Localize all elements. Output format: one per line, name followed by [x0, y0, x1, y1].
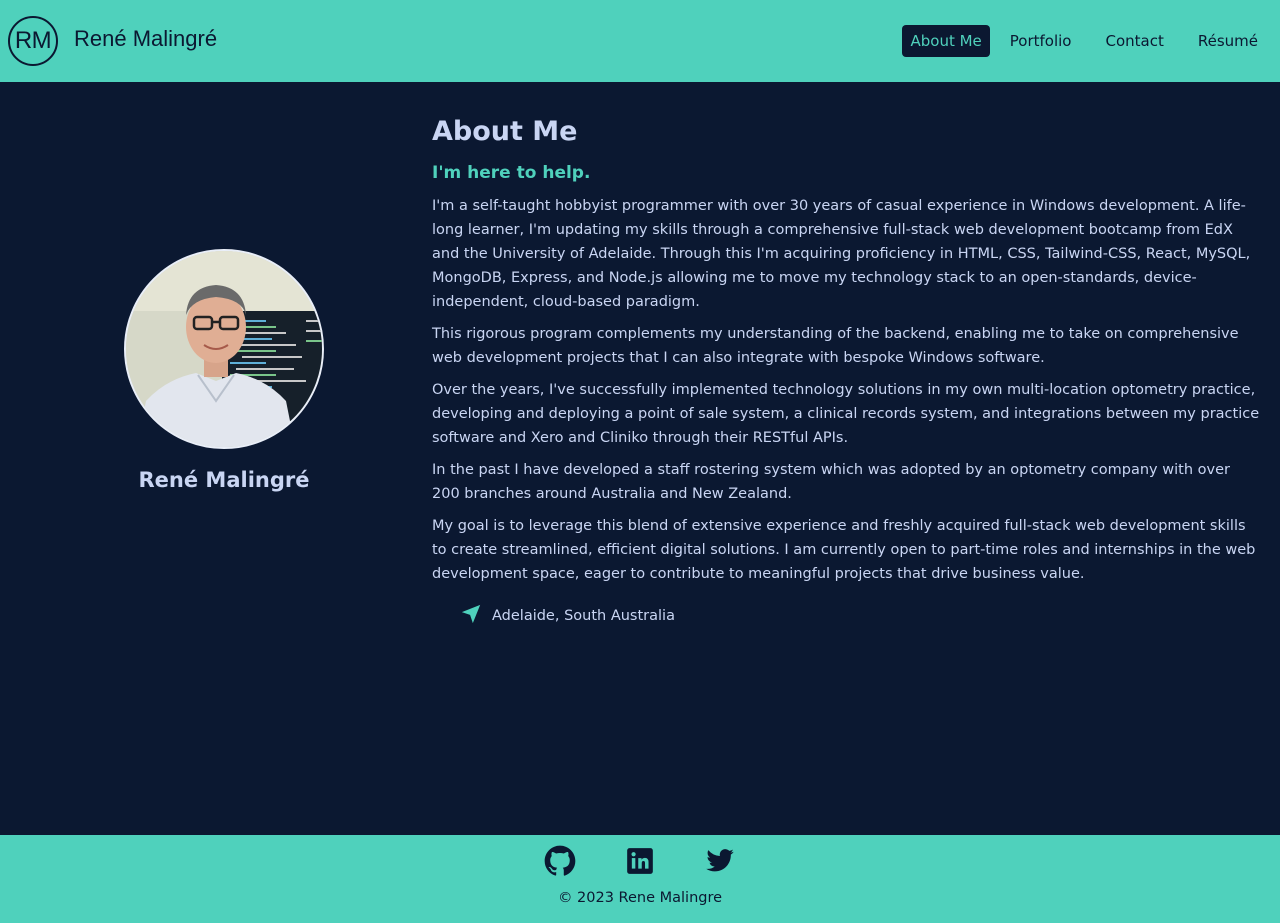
logo-text: RM [14, 27, 52, 54]
logo[interactable]: RM [8, 16, 58, 66]
nav-about-me[interactable]: About Me [902, 25, 990, 57]
twitter-icon[interactable] [703, 844, 737, 878]
nav-portfolio[interactable]: Portfolio [1002, 25, 1080, 57]
about-paragraph: In the past I have developed a staff ros… [432, 462, 1230, 502]
nav-contact[interactable]: Contact [1098, 25, 1172, 57]
main-nav: About Me Portfolio Contact Résumé [902, 25, 1280, 57]
page-subtitle: I'm here to help. [432, 163, 591, 183]
profile-name: René Malingré [138, 468, 310, 492]
page-title: About Me [432, 116, 578, 147]
linkedin-icon[interactable] [623, 844, 657, 878]
site-footer: © 2023 Rene Malingre [0, 835, 1280, 923]
github-icon[interactable] [543, 844, 577, 878]
location-arrow-icon [460, 603, 482, 629]
about-paragraph: This rigorous program complements my und… [432, 326, 1239, 366]
copyright: © 2023 Rene Malingre [557, 890, 723, 906]
nav-resume[interactable]: Résumé [1190, 25, 1266, 57]
about-paragraph: My goal is to leverage this blend of ext… [432, 518, 1256, 582]
site-name[interactable]: René Malingré [74, 26, 217, 52]
location: Adelaide, South Australia [460, 603, 675, 629]
location-label: Adelaide, South Australia [492, 608, 675, 624]
about-section: About Me I'm here to help. I'm a self-ta… [432, 114, 1262, 586]
site-header: RM René Malingré About Me Portfolio Cont… [0, 0, 1280, 82]
about-paragraph: I'm a self-taught hobbyist programmer wi… [432, 198, 1251, 310]
about-paragraph: Over the years, I've successfully implem… [432, 382, 1260, 446]
profile-photo-illustration [126, 251, 322, 447]
profile-photo [124, 249, 324, 449]
